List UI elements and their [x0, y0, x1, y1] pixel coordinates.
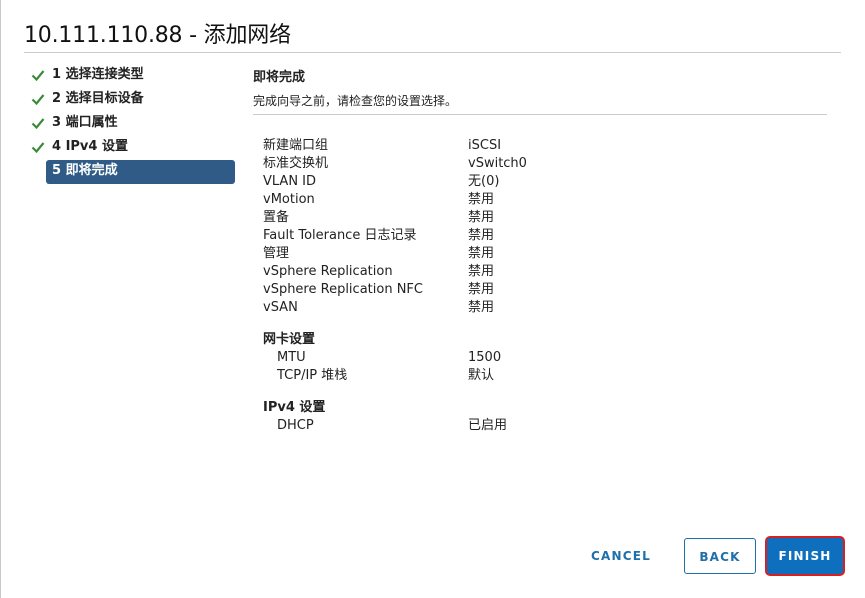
summary-key: Fault Tolerance 日志记录 [263, 228, 417, 243]
summary-key: vMotion [263, 192, 315, 207]
summary-row: 标准交换机 vSwitch0 [263, 155, 683, 173]
summary-key: vSAN [263, 300, 298, 315]
step-content-header: 即将完成 完成向导之前，请检查您的设置选择。 [253, 68, 827, 115]
summary-value: vSwitch0 [468, 156, 527, 171]
summary-value: 1500 [468, 350, 502, 365]
back-button[interactable]: BACK [684, 538, 756, 574]
wizard-step-1[interactable]: 1 选择连接类型 [30, 64, 235, 88]
summary-value: 已启用 [468, 418, 508, 433]
summary-value: 无(0) [468, 174, 500, 189]
content-subtitle: 完成向导之前，请检查您的设置选择。 [253, 94, 458, 108]
cancel-button[interactable]: CANCEL [581, 538, 661, 574]
content-divider [253, 114, 827, 115]
finish-button[interactable]: FINISH [767, 538, 843, 574]
summary-row: 管理 禁用 [263, 245, 683, 263]
summary-value: iSCSI [468, 138, 502, 153]
summary-row: VLAN ID 无(0) [263, 173, 683, 191]
summary-row: TCP/IP 堆栈 默认 [263, 367, 683, 385]
summary-value: 默认 [468, 368, 495, 383]
content-heading: 即将完成 [253, 70, 306, 85]
summary-table: 新建端口组 iSCSI 标准交换机 vSwitch0 VLAN ID 无(0) … [263, 137, 683, 435]
wizard-step-5-active[interactable]: 5 即将完成 [46, 160, 235, 184]
wizard-step-label: 1 选择连接类型 [52, 67, 144, 82]
summary-key: 管理 [263, 246, 290, 261]
summary-value: 禁用 [468, 192, 495, 207]
summary-value: 禁用 [468, 300, 495, 315]
summary-key: TCP/IP 堆栈 [277, 368, 348, 383]
wizard-step-label: 5 即将完成 [52, 163, 118, 178]
summary-value: 禁用 [468, 282, 495, 297]
check-icon [31, 70, 45, 82]
summary-row: vSphere Replication 禁用 [263, 263, 683, 281]
summary-key: vSphere Replication [263, 264, 393, 279]
summary-value: 禁用 [468, 228, 495, 243]
summary-key: DHCP [277, 418, 314, 433]
wizard-step-4[interactable]: 4 IPv4 设置 [30, 136, 235, 160]
ipv4-settings-heading: IPv4 设置 [263, 400, 326, 415]
summary-row: vSphere Replication NFC 禁用 [263, 281, 683, 299]
summary-row: DHCP 已启用 [263, 417, 683, 435]
summary-value: 禁用 [468, 264, 495, 279]
summary-row: MTU 1500 [263, 349, 683, 367]
summary-value: 禁用 [468, 246, 495, 261]
summary-key: VLAN ID [263, 174, 317, 189]
check-icon [31, 142, 45, 154]
dialog-title: 10.111.110.88 - 添加网络 [24, 23, 291, 48]
nic-settings-heading: 网卡设置 [263, 332, 316, 347]
wizard-step-label: 4 IPv4 设置 [52, 139, 128, 154]
summary-row: 置备 禁用 [263, 209, 683, 227]
add-network-dialog: 10.111.110.88 - 添加网络 1 选择连接类型 2 选择目标设备 3… [0, 0, 865, 598]
summary-key: 置备 [263, 210, 290, 225]
wizard-step-3[interactable]: 3 端口属性 [30, 112, 235, 136]
title-divider [24, 52, 841, 53]
summary-row: Fault Tolerance 日志记录 禁用 [263, 227, 683, 245]
summary-row: 新建端口组 iSCSI [263, 137, 683, 155]
summary-key: MTU [277, 350, 306, 365]
wizard-step-label: 3 端口属性 [52, 115, 118, 130]
summary-key: 标准交换机 [263, 156, 329, 171]
wizard-step-2[interactable]: 2 选择目标设备 [30, 88, 235, 112]
check-icon [31, 94, 45, 106]
summary-key: vSphere Replication NFC [263, 282, 423, 297]
summary-row: vMotion 禁用 [263, 191, 683, 209]
summary-value: 禁用 [468, 210, 495, 225]
wizard-steps: 1 选择连接类型 2 选择目标设备 3 端口属性 4 IPv4 设置 5 即将完… [30, 64, 235, 184]
summary-row: vSAN 禁用 [263, 299, 683, 317]
check-icon [31, 118, 45, 130]
wizard-step-label: 2 选择目标设备 [52, 91, 144, 106]
summary-key: 新建端口组 [263, 138, 329, 153]
